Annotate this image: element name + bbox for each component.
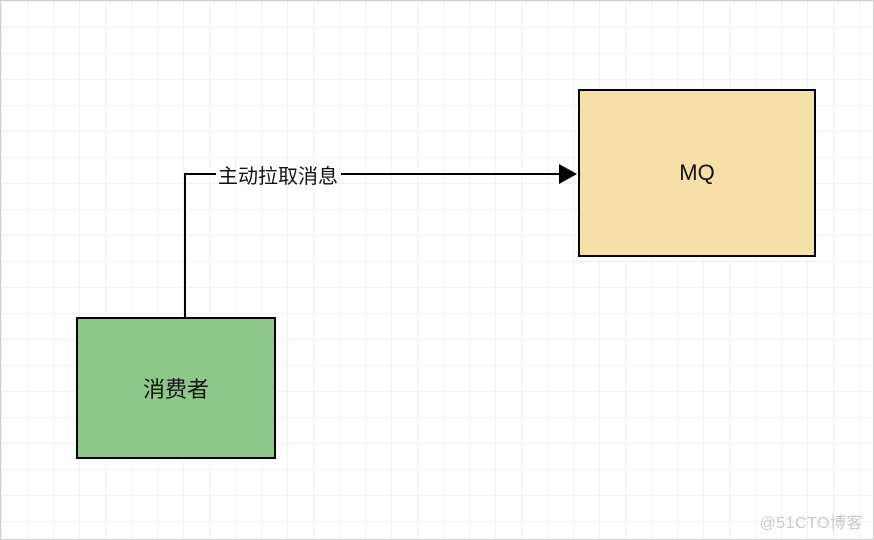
edge-arrowhead [559, 164, 577, 184]
edge-segment-horizontal-b [341, 173, 561, 175]
watermark: @51CTO博客 [759, 509, 863, 533]
node-mq: MQ [578, 89, 816, 257]
edge-segment-vertical [184, 173, 186, 317]
diagram-canvas: 消费者 MQ 主动拉取消息 @51CTO博客 [0, 0, 874, 540]
node-consumer: 消费者 [76, 317, 276, 459]
edge-label: 主动拉取消息 [216, 160, 340, 189]
node-consumer-label: 消费者 [143, 372, 209, 404]
node-mq-label: MQ [679, 160, 714, 186]
edge-segment-horizontal-a [184, 173, 216, 175]
